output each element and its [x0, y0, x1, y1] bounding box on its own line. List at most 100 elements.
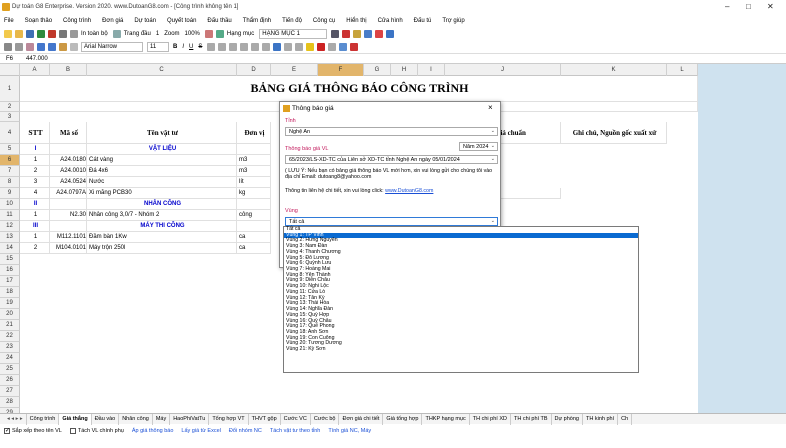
- tach-vt-link[interactable]: Tách vật tư theo tỉnh: [270, 428, 320, 434]
- row-header[interactable]: 22: [0, 331, 20, 342]
- cell-ma-so[interactable]: A24.0524: [50, 177, 87, 188]
- vung-select[interactable]: Tất cả ⌄: [285, 217, 498, 226]
- help-icon[interactable]: [386, 29, 395, 38]
- cell-don-vi[interactable]: m3: [237, 155, 271, 166]
- cell-stt[interactable]: II: [20, 199, 50, 210]
- align-right-icon[interactable]: [229, 42, 238, 51]
- row-header[interactable]: 11: [0, 210, 20, 221]
- tinh-gia-link[interactable]: Tính giá NC, Máy: [328, 428, 371, 434]
- cell-stt[interactable]: 3: [20, 177, 50, 188]
- sheet-title-cell[interactable]: BẢNG GIÁ THÔNG BÁO CÔNG TRÌNH: [20, 76, 698, 102]
- select-all-corner[interactable]: [0, 64, 20, 76]
- cut-icon[interactable]: [4, 42, 12, 51]
- justify-icon[interactable]: [240, 42, 249, 51]
- cell-don-vi[interactable]: lít: [237, 177, 271, 188]
- row-header[interactable]: 2: [0, 102, 20, 112]
- menu-dau-thau[interactable]: Đấu thầu: [207, 18, 231, 24]
- cell-ten-vat-tu[interactable]: Nước: [87, 177, 237, 188]
- cell-reference[interactable]: F6: [0, 56, 20, 62]
- strike-button[interactable]: S: [198, 44, 202, 50]
- in-toan-bo-button[interactable]: In toàn bộ: [81, 31, 108, 37]
- align-left-icon[interactable]: [207, 42, 216, 51]
- hang-muc-select[interactable]: HẠNG MỤC 1: [259, 28, 328, 39]
- cell-ma-so[interactable]: M112.1101: [50, 232, 87, 243]
- row-header[interactable]: 17: [0, 276, 20, 287]
- insert-icon[interactable]: [328, 42, 337, 51]
- ap-gia-link[interactable]: Áp giá thông báo: [132, 428, 174, 434]
- cell-stt[interactable]: 1: [20, 210, 50, 221]
- cell-stt[interactable]: III: [20, 221, 50, 232]
- cell-ten-vat-tu[interactable]: Nhân công 3,0/7 - Nhóm 2: [87, 210, 237, 221]
- menu-tro-giup[interactable]: Trợ giúp: [442, 18, 464, 24]
- merge-icon[interactable]: [251, 42, 260, 51]
- column-header[interactable]: D: [237, 64, 271, 76]
- row-header[interactable]: 27: [0, 386, 20, 397]
- stop-icon[interactable]: [375, 29, 384, 38]
- tab-sheet[interactable]: THVT gộp: [249, 413, 281, 425]
- refresh-icon[interactable]: [215, 29, 224, 38]
- column-header[interactable]: C: [87, 64, 237, 76]
- cell-ma-so[interactable]: N2.30: [50, 210, 87, 221]
- tab-sheet[interactable]: Dự phòng: [552, 413, 583, 425]
- tab-sheet[interactable]: Đơn giá chi tiết: [339, 413, 384, 425]
- tab-sheet[interactable]: Đầu vào: [92, 413, 120, 425]
- cell-stt[interactable]: 2: [20, 166, 50, 177]
- row-header[interactable]: 6: [0, 155, 20, 166]
- border-icon[interactable]: [295, 42, 304, 51]
- info-icon[interactable]: [364, 29, 373, 38]
- year-select[interactable]: Năm 2024 ⌄: [459, 142, 498, 151]
- row-header[interactable]: 15: [0, 254, 20, 265]
- menu-tien-do[interactable]: Tiến độ: [282, 18, 302, 24]
- menu-dau-tu[interactable]: Đấu tú: [414, 18, 432, 24]
- cell-ten-vat-tu[interactable]: Cát vàng: [87, 155, 237, 166]
- row-header[interactable]: 16: [0, 265, 20, 276]
- cell-stt[interactable]: I: [20, 144, 50, 155]
- paste-icon[interactable]: [26, 42, 34, 51]
- close-doc-icon[interactable]: [48, 29, 56, 38]
- underline-button[interactable]: U: [189, 44, 193, 50]
- cell-stt[interactable]: 4: [20, 188, 50, 199]
- tab-sheet[interactable]: HaoPhiVatTu: [170, 413, 210, 425]
- decimal-icon[interactable]: [284, 42, 293, 51]
- column-header[interactable]: I: [418, 64, 445, 76]
- menu-du-toan[interactable]: Dự toán: [134, 18, 156, 24]
- print-icon[interactable]: [59, 29, 67, 38]
- formula-input[interactable]: 447.000: [20, 56, 48, 62]
- italic-button[interactable]: I: [182, 44, 184, 50]
- row-header[interactable]: 19: [0, 298, 20, 309]
- vung-dropdown-list[interactable]: Tất cả Vùng 1: TP Vinh Vùng 2: Hưng Nguyên…: [283, 226, 639, 373]
- cell-ma-so[interactable]: A24.0180: [50, 155, 87, 166]
- find-icon[interactable]: [59, 42, 67, 51]
- row-header[interactable]: 25: [0, 364, 20, 375]
- tab-sheet[interactable]: Giá tổng hợp: [383, 413, 423, 425]
- header-ghi-chu[interactable]: Ghi chú, Nguồn gốc xuất xứ: [561, 122, 667, 144]
- lay-gia-link[interactable]: Lấy giá từ Excel: [181, 428, 220, 434]
- lock-icon[interactable]: [353, 29, 362, 38]
- cell-ma-so[interactable]: A24.0797A: [50, 188, 87, 199]
- column-header[interactable]: L: [667, 64, 698, 76]
- copy-icon[interactable]: [15, 42, 23, 51]
- new-icon[interactable]: [4, 29, 12, 38]
- tab-sheet[interactable]: Cước bộ: [311, 413, 340, 425]
- row-header[interactable]: 24: [0, 353, 20, 364]
- cell-don-vi[interactable]: ca: [237, 243, 271, 254]
- cell-ma-so[interactable]: [50, 221, 87, 232]
- tool-icon[interactable]: [331, 29, 340, 38]
- align-center-icon[interactable]: [218, 42, 227, 51]
- tab-sheet[interactable]: TH chi phí XD: [470, 413, 511, 425]
- menu-cong-trinh[interactable]: Công trình: [63, 18, 91, 24]
- cell-don-vi[interactable]: ca: [237, 232, 271, 243]
- font-name-select[interactable]: Arial Narrow: [81, 41, 143, 52]
- bold-button[interactable]: B: [173, 44, 177, 50]
- row-header[interactable]: 26: [0, 375, 20, 386]
- percent-icon[interactable]: [273, 42, 282, 51]
- split-option[interactable]: Tách VL chính phụ: [69, 428, 124, 434]
- header-ma-so[interactable]: Mã số: [50, 122, 87, 144]
- column-header[interactable]: G: [364, 64, 391, 76]
- contact-link[interactable]: www.DutoanG8.com: [385, 188, 433, 194]
- menu-file[interactable]: File: [4, 18, 14, 24]
- tab-sheet[interactable]: TH kinh phí: [583, 413, 619, 425]
- zoom-icon[interactable]: [204, 29, 213, 38]
- row-header[interactable]: 13: [0, 232, 20, 243]
- tab-scroll-icon[interactable]: ◂ ◂ ▸ ▸: [4, 413, 27, 425]
